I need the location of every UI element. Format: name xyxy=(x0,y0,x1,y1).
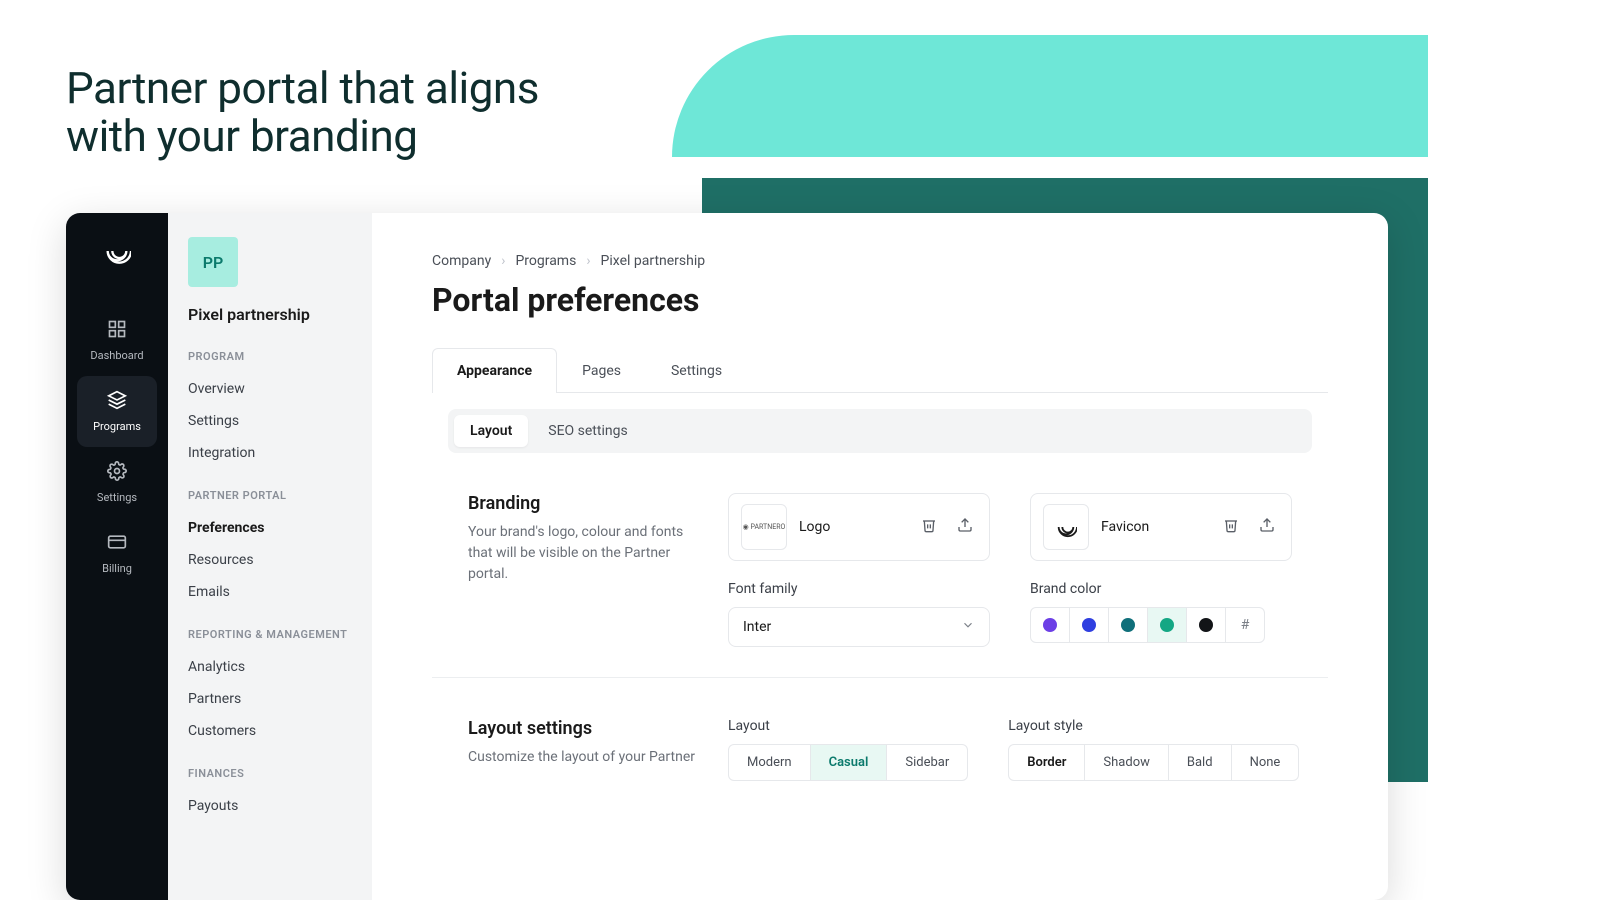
font-family-select[interactable]: Inter xyxy=(728,607,990,647)
logo-label: Logo xyxy=(799,519,905,535)
favicon-upload-card: Favicon xyxy=(1030,493,1292,561)
chevron-right-icon: › xyxy=(501,253,505,269)
color-swatch-1[interactable] xyxy=(1069,607,1109,643)
card-icon xyxy=(107,532,127,556)
subtabs: Layout SEO settings xyxy=(448,409,1312,453)
layout-option-sidebar[interactable]: Sidebar xyxy=(886,744,968,781)
layers-icon xyxy=(107,390,127,414)
brand-color-swatches: # xyxy=(1030,607,1292,643)
link-overview[interactable]: Overview xyxy=(184,373,356,405)
link-integration[interactable]: Integration xyxy=(184,437,356,469)
app-window: Dashboard Programs Settings Billing PP P… xyxy=(66,213,1388,900)
link-emails[interactable]: Emails xyxy=(184,576,356,608)
style-option-shadow[interactable]: Shadow xyxy=(1084,744,1168,781)
section-heading-finances: FINANCES xyxy=(188,767,356,780)
color-swatch-custom[interactable]: # xyxy=(1225,607,1265,643)
delete-favicon-button[interactable] xyxy=(1219,515,1243,539)
nav-settings[interactable]: Settings xyxy=(77,447,157,518)
upload-icon xyxy=(957,517,973,537)
style-option-border[interactable]: Border xyxy=(1008,744,1085,781)
chevron-right-icon: › xyxy=(586,253,590,269)
subtab-seo[interactable]: SEO settings xyxy=(532,415,643,447)
org-name: Pixel partnership xyxy=(188,305,356,324)
section-heading-reporting: REPORTING & MANAGEMENT xyxy=(188,628,356,641)
nav-dashboard[interactable]: Dashboard xyxy=(77,305,157,376)
brand-color-label: Brand color xyxy=(1030,581,1292,597)
section-heading-program: PROGRAM xyxy=(188,350,356,363)
layout-style-label: Layout style xyxy=(1008,718,1299,734)
tab-appearance[interactable]: Appearance xyxy=(432,348,557,393)
layout-option-casual[interactable]: Casual xyxy=(810,744,888,781)
link-analytics[interactable]: Analytics xyxy=(184,651,356,683)
layout-segmented: Modern Casual Sidebar xyxy=(728,744,968,781)
upload-icon xyxy=(1259,517,1275,537)
app-logo xyxy=(103,237,131,305)
page-title: Portal preferences xyxy=(432,281,1328,319)
org-avatar: PP xyxy=(188,237,238,287)
upload-favicon-button[interactable] xyxy=(1255,515,1279,539)
decorative-shape-light xyxy=(672,35,1428,157)
select-value: Inter xyxy=(743,619,771,635)
color-swatch-4[interactable] xyxy=(1186,607,1226,643)
trash-icon xyxy=(921,517,937,537)
layout-label: Layout xyxy=(728,718,968,734)
favicon-thumbnail xyxy=(1043,504,1089,550)
breadcrumb: Company › Programs › Pixel partnership xyxy=(432,253,1328,269)
section-desc-branding: Your brand's logo, colour and fonts that… xyxy=(468,522,708,585)
section-title-branding: Branding xyxy=(468,493,708,514)
link-customers[interactable]: Customers xyxy=(184,715,356,747)
subtab-layout[interactable]: Layout xyxy=(454,415,528,447)
branding-section: Branding Your brand's logo, colour and f… xyxy=(432,453,1328,678)
nav-programs[interactable]: Programs xyxy=(77,376,157,447)
font-family-label: Font family xyxy=(728,581,990,597)
link-resources[interactable]: Resources xyxy=(184,544,356,576)
crumb-current: Pixel partnership xyxy=(601,253,706,269)
layout-style-segmented: Border Shadow Bald None xyxy=(1008,744,1299,781)
tab-pages[interactable]: Pages xyxy=(557,348,646,393)
crumb-company[interactable]: Company xyxy=(432,253,491,269)
crumb-programs[interactable]: Programs xyxy=(515,253,576,269)
section-desc-layout: Customize the layout of your Partner xyxy=(468,747,708,768)
link-partners[interactable]: Partners xyxy=(184,683,356,715)
nav-label: Billing xyxy=(102,562,132,575)
tabs: Appearance Pages Settings xyxy=(432,347,1328,393)
logo-thumbnail: ◉ PARTNERO xyxy=(741,504,787,550)
main-content: Company › Programs › Pixel partnership P… xyxy=(372,213,1388,900)
logo-upload-card: ◉ PARTNERO Logo xyxy=(728,493,990,561)
layout-option-modern[interactable]: Modern xyxy=(728,744,811,781)
trash-icon xyxy=(1223,517,1239,537)
nav-billing[interactable]: Billing xyxy=(77,518,157,589)
link-preferences[interactable]: Preferences xyxy=(184,512,356,544)
primary-nav: Dashboard Programs Settings Billing xyxy=(66,213,168,900)
delete-logo-button[interactable] xyxy=(917,515,941,539)
link-settings[interactable]: Settings xyxy=(184,405,356,437)
color-swatch-0[interactable] xyxy=(1030,607,1070,643)
hero-title: Partner portal that aligns with your bra… xyxy=(66,64,546,161)
upload-logo-button[interactable] xyxy=(953,515,977,539)
section-title-layout: Layout settings xyxy=(468,718,708,739)
style-option-none[interactable]: None xyxy=(1231,744,1300,781)
section-heading-portal: PARTNER PORTAL xyxy=(188,489,356,502)
color-swatch-2[interactable] xyxy=(1108,607,1148,643)
nav-label: Dashboard xyxy=(90,349,143,362)
secondary-sidebar: PP Pixel partnership PROGRAM Overview Se… xyxy=(168,213,372,900)
nav-label: Settings xyxy=(97,491,137,504)
chevron-down-icon xyxy=(961,618,975,636)
dashboard-icon xyxy=(107,319,127,343)
color-swatch-3[interactable] xyxy=(1147,607,1187,643)
style-option-bald[interactable]: Bald xyxy=(1168,744,1232,781)
favicon-label: Favicon xyxy=(1101,519,1207,535)
layout-section: Layout settings Customize the layout of … xyxy=(432,678,1328,811)
nav-label: Programs xyxy=(93,420,141,433)
link-payouts[interactable]: Payouts xyxy=(184,790,356,822)
gear-icon xyxy=(107,461,127,485)
tab-settings[interactable]: Settings xyxy=(646,348,747,393)
